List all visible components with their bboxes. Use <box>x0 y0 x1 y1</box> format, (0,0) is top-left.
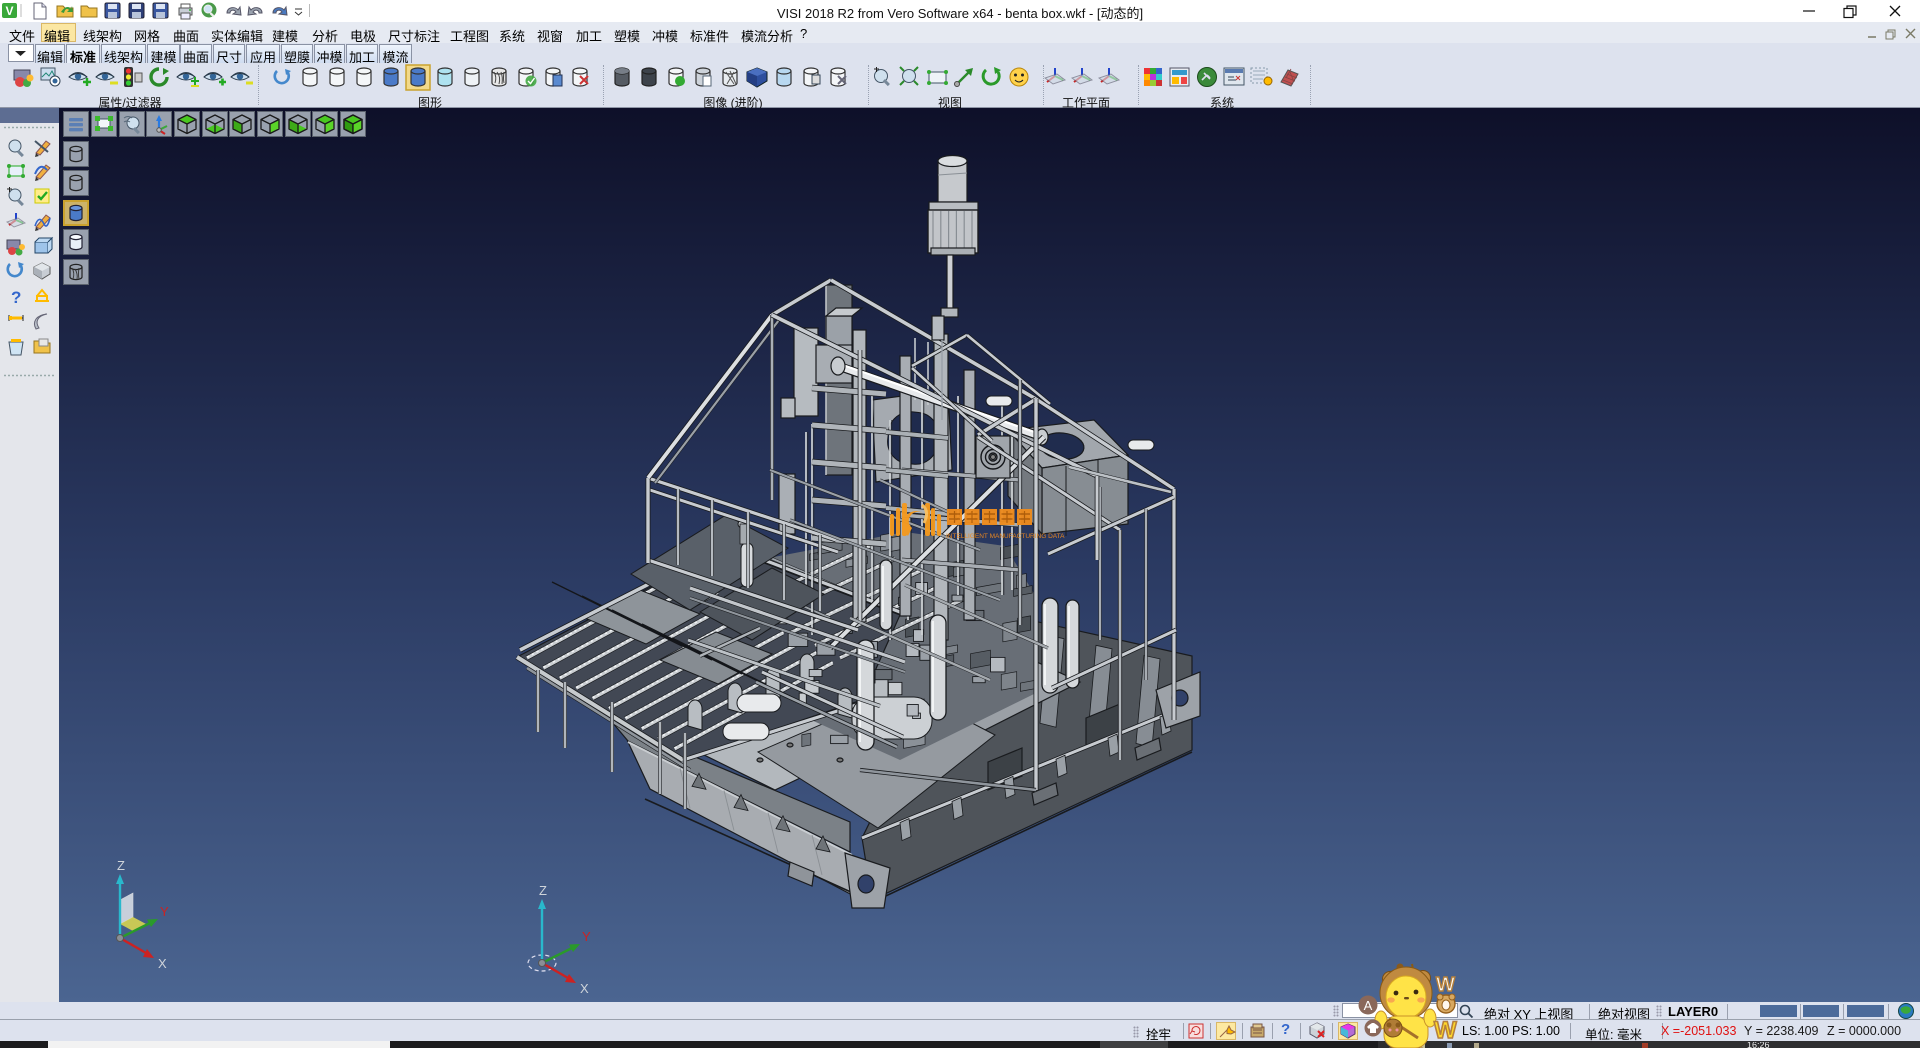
svg-text:A: A <box>1364 998 1373 1013</box>
svg-text:Y: Y <box>160 904 169 919</box>
svg-text:X: X <box>158 956 167 971</box>
svg-text:X: X <box>580 981 589 996</box>
svg-text:W: W <box>1436 974 1455 996</box>
svg-text:W: W <box>1434 1017 1457 1044</box>
svg-text:Z: Z <box>539 883 547 898</box>
svg-text:INTELLIGENT MANUFACTURING DATA: INTELLIGENT MANUFACTURING DATA <box>946 533 1065 540</box>
svg-text:?: ? <box>11 288 21 307</box>
svg-text:Z: Z <box>117 858 125 873</box>
svg-text:Y: Y <box>582 929 591 944</box>
